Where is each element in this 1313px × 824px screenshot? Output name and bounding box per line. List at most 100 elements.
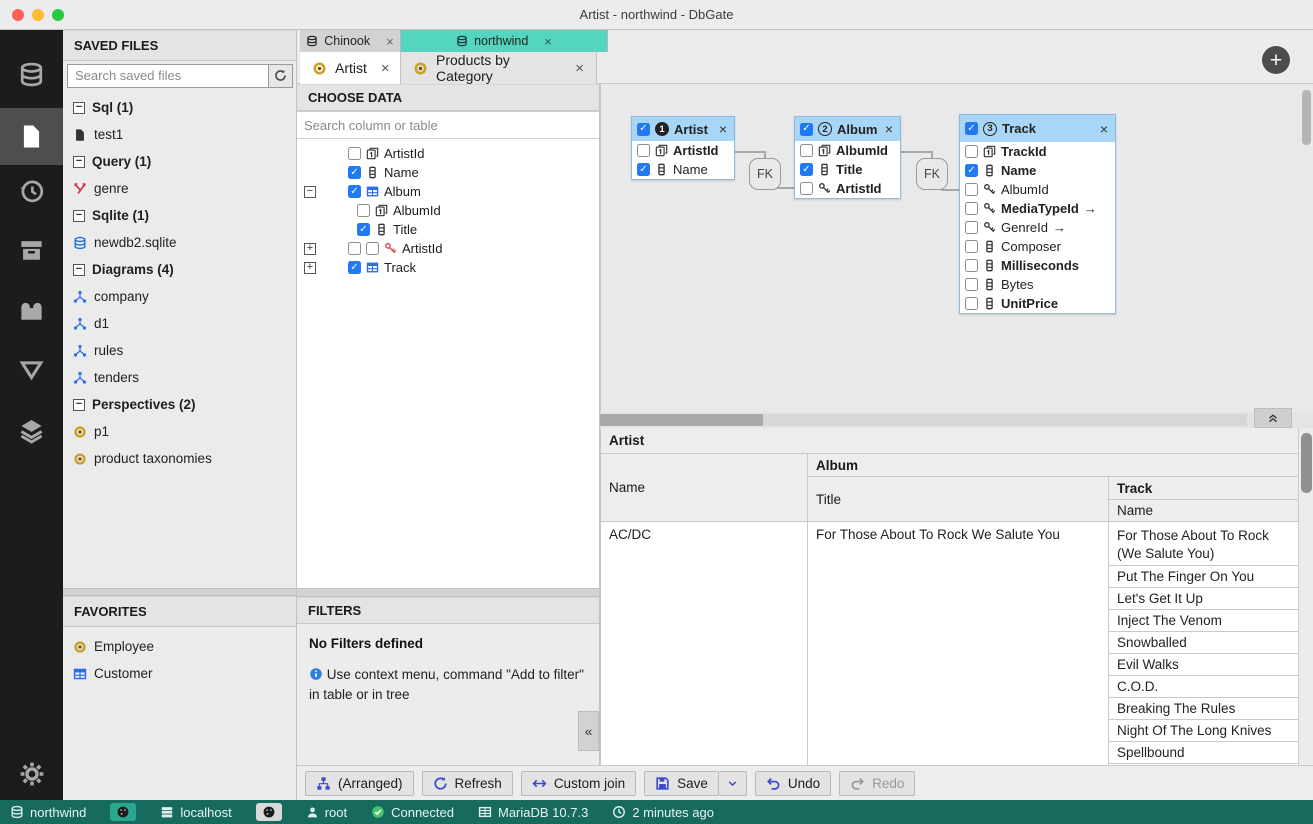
saved-item-d1[interactable]: d1 [63, 310, 296, 337]
grid-cell-track[interactable]: C.O.D. [1109, 676, 1299, 698]
rail-filter-icon[interactable] [0, 348, 63, 392]
checkbox-checked[interactable] [800, 123, 813, 136]
close-tab-icon[interactable]: × [575, 60, 584, 77]
grid-column-header-name[interactable]: Name [601, 454, 808, 522]
grid-cell-artist-value[interactable]: AC/DC [601, 522, 808, 765]
checkbox-unchecked[interactable] [637, 144, 650, 157]
grid-cell-album-title-value[interactable]: For Those About To Rock We Salute You [808, 522, 1109, 765]
grid-cell-track[interactable]: Breaking The Rules [1109, 698, 1299, 720]
file-tab-products-by-category[interactable]: Products by Category × [401, 52, 597, 84]
diagram-node-album[interactable]: 2 Album × AlbumId Title ArtistId [794, 116, 901, 199]
filters-splitter[interactable] [297, 588, 599, 597]
node-column-row[interactable]: UnitPrice [960, 294, 1115, 313]
status-user[interactable]: root [306, 805, 347, 820]
favorite-item-customer[interactable]: Customer [63, 660, 296, 687]
checkbox-unchecked[interactable] [965, 183, 978, 196]
grid-group-header-album[interactable]: Album [808, 454, 1299, 477]
saved-group-sqlite[interactable]: −Sqlite (1) [63, 202, 296, 229]
checkbox-unchecked[interactable] [965, 221, 978, 234]
checkbox-unchecked[interactable] [357, 204, 370, 217]
checkbox-unchecked[interactable] [965, 278, 978, 291]
close-node-icon[interactable]: × [1098, 121, 1110, 137]
save-button[interactable]: Save [644, 771, 719, 796]
checkbox-checked[interactable] [348, 166, 361, 179]
choose-row-album[interactable]: − Album [297, 182, 599, 201]
node-column-row[interactable]: ArtistId [632, 141, 734, 160]
checkbox-unchecked[interactable] [366, 242, 379, 255]
database-color-badge[interactable] [110, 803, 136, 821]
file-tab-artist[interactable]: Artist × [300, 52, 401, 84]
expand-pane-up-button[interactable] [1254, 408, 1292, 428]
choose-row-artistid-fk[interactable]: + ArtistId [297, 239, 599, 258]
saved-files-refresh-button[interactable] [269, 64, 293, 88]
diagram-node-artist[interactable]: 1 Artist × ArtistId Name [631, 116, 735, 180]
arranged-button[interactable]: (Arranged) [305, 771, 414, 796]
grid-cell-track[interactable]: Put The Finger On You [1109, 566, 1299, 588]
grid-group-header-track[interactable]: Track [1109, 477, 1299, 500]
rail-layers-icon[interactable] [0, 408, 63, 452]
rail-book-icon[interactable] [0, 288, 63, 332]
node-column-row[interactable]: GenreId→ [960, 218, 1115, 237]
rail-settings-gear-icon[interactable] [0, 752, 63, 796]
choose-row-artistid[interactable]: ArtistId [297, 144, 599, 163]
node-header[interactable]: 3 Track × [960, 115, 1115, 142]
minimize-window-button[interactable] [32, 9, 44, 21]
maximize-window-button[interactable] [52, 9, 64, 21]
status-server[interactable]: localhost [160, 805, 231, 820]
collapse-expander-icon[interactable]: + [304, 243, 316, 255]
grid-cell-track[interactable]: For Those About To Rock (We Salute You) [1109, 522, 1299, 566]
node-column-row[interactable]: Bytes [960, 275, 1115, 294]
saved-item-p1[interactable]: p1 [63, 418, 296, 445]
grid-cell-track[interactable]: Night Of The Long Knives [1109, 720, 1299, 742]
collapse-expander-icon[interactable]: + [304, 262, 316, 274]
choose-data-search-input[interactable] [297, 111, 599, 138]
grid-group-header-artist[interactable]: Artist [601, 428, 1299, 454]
checkbox-unchecked[interactable] [800, 182, 813, 195]
checkbox-unchecked[interactable] [348, 242, 361, 255]
refresh-button[interactable]: Refresh [422, 771, 513, 796]
saved-item-rules[interactable]: rules [63, 337, 296, 364]
saved-group-query[interactable]: −Query (1) [63, 148, 296, 175]
close-node-icon[interactable]: × [883, 121, 895, 137]
saved-item-newdb2[interactable]: newdb2.sqlite [63, 229, 296, 256]
collapse-expander-icon[interactable]: − [73, 399, 85, 411]
hscrollbar-track[interactable] [600, 414, 1247, 426]
checkbox-unchecked[interactable] [965, 259, 978, 272]
node-column-row[interactable]: Milliseconds [960, 256, 1115, 275]
saved-item-company[interactable]: company [63, 283, 296, 310]
grid-cell-track[interactable]: Inject The Venom [1109, 610, 1299, 632]
checkbox-checked[interactable] [965, 164, 978, 177]
grid-scrollbar[interactable] [1298, 428, 1313, 765]
grid-column-header-track-name[interactable]: Name [1109, 500, 1299, 522]
node-column-row[interactable]: AlbumId [795, 141, 900, 160]
node-column-row[interactable]: Composer [960, 237, 1115, 256]
saved-group-diagrams[interactable]: −Diagrams (4) [63, 256, 296, 283]
rail-history-icon[interactable] [0, 168, 63, 212]
save-dropdown-button[interactable] [719, 771, 747, 796]
db-tab-northwind[interactable]: northwind × [401, 30, 608, 52]
node-column-row[interactable]: TrackId [960, 142, 1115, 161]
redo-button[interactable]: Redo [839, 771, 915, 796]
collapse-expander-icon[interactable]: − [73, 102, 85, 114]
favorites-splitter[interactable] [63, 588, 296, 596]
connection-color-badge[interactable] [256, 803, 282, 821]
fk-connector-label[interactable]: FK [916, 158, 948, 190]
diagram-canvas[interactable]: FK FK 1 Artist × ArtistId Name 2 Album ×… [600, 84, 1313, 412]
checkbox-unchecked[interactable] [965, 297, 978, 310]
saved-item-genre[interactable]: genre [63, 175, 296, 202]
checkbox-unchecked[interactable] [965, 240, 978, 253]
favorite-item-employee[interactable]: Employee [63, 633, 296, 660]
collapse-expander-icon[interactable]: − [73, 156, 85, 168]
saved-item-tenders[interactable]: tenders [63, 364, 296, 391]
node-column-row[interactable]: Name [632, 160, 734, 179]
canvas-scrollbar-thumb[interactable] [1302, 90, 1311, 145]
saved-group-perspectives[interactable]: −Perspectives (2) [63, 391, 296, 418]
choose-row-name[interactable]: Name [297, 163, 599, 182]
custom-join-button[interactable]: Custom join [521, 771, 636, 796]
checkbox-checked[interactable] [965, 122, 978, 135]
db-tab-chinook[interactable]: Chinook × [300, 30, 401, 52]
rail-database-icon[interactable] [0, 52, 63, 96]
grid-cell-track[interactable]: Spellbound [1109, 742, 1299, 764]
choose-row-albumid[interactable]: AlbumId [297, 201, 599, 220]
rail-files-icon[interactable] [0, 108, 63, 165]
